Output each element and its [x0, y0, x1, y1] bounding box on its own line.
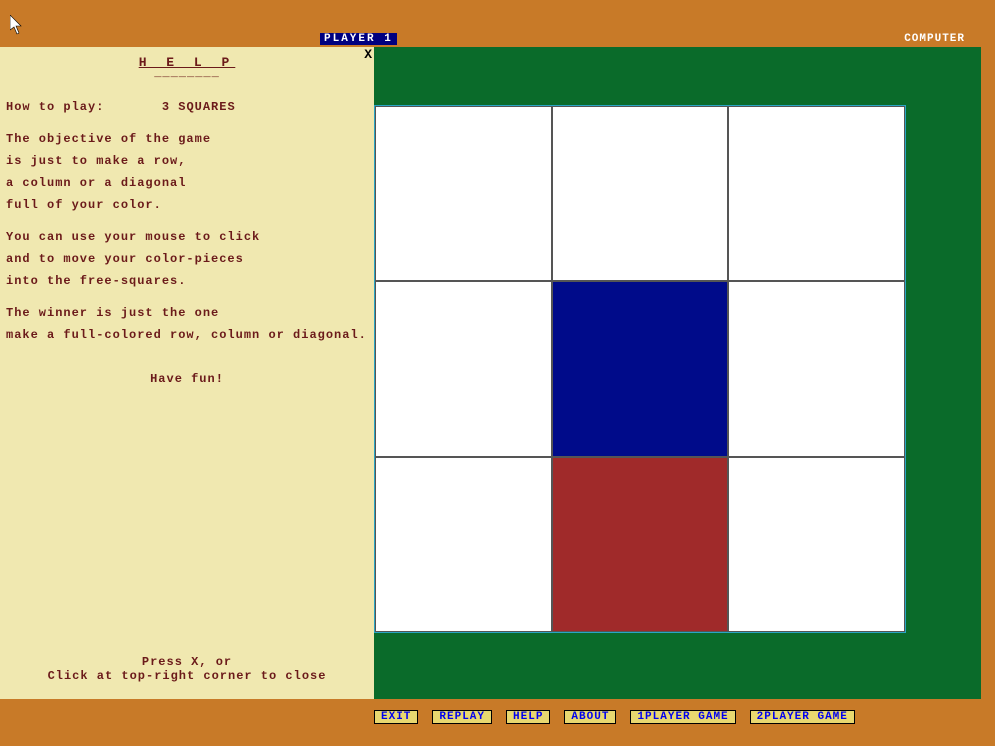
- one-player-button[interactable]: 1PLAYER GAME: [630, 710, 735, 724]
- cell-2-2[interactable]: [728, 457, 905, 632]
- cell-1-2[interactable]: [728, 281, 905, 456]
- bottom-button-bar: EXIT REPLAY HELP ABOUT 1PLAYER GAME 2PLA…: [374, 710, 855, 724]
- player-indicator: PLAYER 1: [320, 33, 397, 45]
- help-footer-line2: Click at top-right corner to close: [0, 669, 374, 683]
- close-icon[interactable]: X: [364, 47, 372, 62]
- help-line: You can use your mouse to click: [6, 230, 368, 244]
- help-title-underline: ________: [6, 66, 368, 80]
- help-button[interactable]: HELP: [506, 710, 550, 724]
- replay-button[interactable]: REPLAY: [432, 710, 492, 724]
- help-fun: Have fun!: [6, 372, 368, 386]
- help-line: make a full-colored row, column or diago…: [6, 328, 368, 342]
- cell-0-2[interactable]: [728, 106, 905, 281]
- computer-label: COMPUTER: [904, 33, 965, 45]
- cell-0-1[interactable]: [552, 106, 729, 281]
- game-board: [374, 105, 906, 633]
- cell-0-0[interactable]: [375, 106, 552, 281]
- help-line: and to move your color-pieces: [6, 252, 368, 266]
- game-name: 3 SQUARES: [162, 100, 236, 114]
- two-player-button[interactable]: 2PLAYER GAME: [750, 710, 855, 724]
- help-footer-line1: Press X, or: [0, 655, 374, 669]
- help-howto: How to play: 3 SQUARES: [6, 100, 368, 114]
- cell-1-1[interactable]: [552, 281, 729, 456]
- help-footer: Press X, or Click at top-right corner to…: [0, 655, 374, 683]
- help-line: into the free-squares.: [6, 274, 368, 288]
- help-line: full of your color.: [6, 198, 368, 212]
- help-line: The objective of the game: [6, 132, 368, 146]
- help-line: a column or a diagonal: [6, 176, 368, 190]
- game-area: [374, 47, 981, 699]
- about-button[interactable]: ABOUT: [564, 710, 616, 724]
- exit-button[interactable]: EXIT: [374, 710, 418, 724]
- help-line: is just to make a row,: [6, 154, 368, 168]
- howto-label: How to play:: [6, 100, 104, 114]
- cell-2-0[interactable]: [375, 457, 552, 632]
- help-line: The winner is just the one: [6, 306, 368, 320]
- cell-2-1[interactable]: [552, 457, 729, 632]
- top-bar: PLAYER 1 COMPUTER: [0, 33, 995, 45]
- mouse-cursor: [10, 15, 24, 35]
- help-panel: X H E L P ________ How to play: 3 SQUARE…: [0, 47, 374, 699]
- cell-1-0[interactable]: [375, 281, 552, 456]
